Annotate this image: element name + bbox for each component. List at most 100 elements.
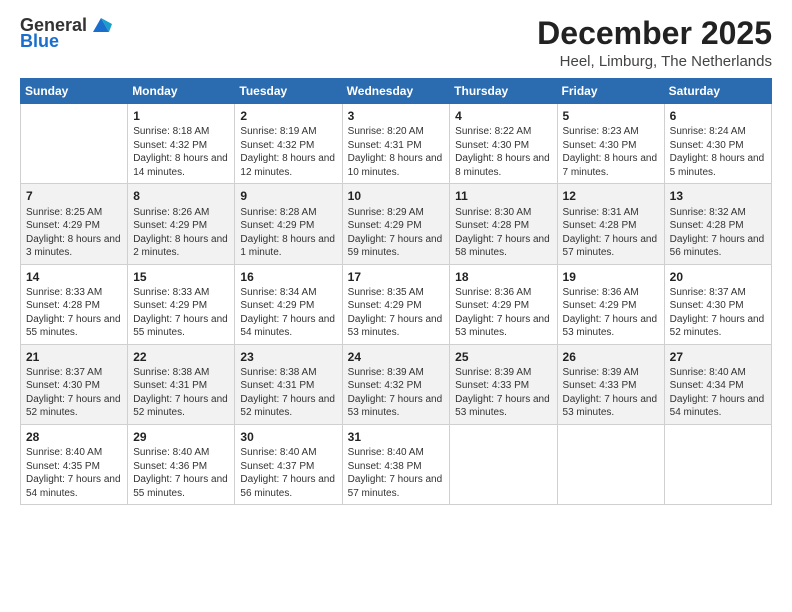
day-number: 3 — [348, 108, 445, 124]
day-number: 15 — [133, 269, 229, 285]
day-number: 26 — [563, 349, 659, 365]
table-row: 10Sunrise: 8:29 AMSunset: 4:29 PMDayligh… — [342, 184, 450, 264]
day-info: Sunrise: 8:23 AMSunset: 4:30 PMDaylight:… — [563, 125, 659, 179]
table-row: 11Sunrise: 8:30 AMSunset: 4:28 PMDayligh… — [450, 184, 557, 264]
day-number: 12 — [563, 188, 659, 204]
day-info: Sunrise: 8:40 AMSunset: 4:37 PMDaylight:… — [240, 446, 336, 500]
table-row: 19Sunrise: 8:36 AMSunset: 4:29 PMDayligh… — [557, 264, 664, 344]
table-row: 9 Sunrise: 8:28 AMSunset: 4:29 PMDaylight… — [235, 184, 342, 264]
day-number: 8 — [133, 188, 229, 204]
header: General Blue December 2025 Heel, Limburg… — [20, 16, 772, 70]
col-monday: Monday — [128, 79, 235, 104]
calendar-header-row: Sunday Monday Tuesday Wednesday Thursday… — [21, 79, 772, 104]
table-row: 31Sunrise: 8:40 AMSunset: 4:38 PMDayligh… — [342, 424, 450, 504]
day-info: Sunrise: 8:38 AMSunset: 4:31 PMDaylight:… — [133, 366, 229, 420]
day-info: Sunrise: 8:40 AMSunset: 4:34 PMDaylight:… — [670, 366, 766, 420]
table-row: 25Sunrise: 8:39 AMSunset: 4:33 PMDayligh… — [450, 344, 557, 424]
day-info: Sunrise: 8:40 AMSunset: 4:36 PMDaylight:… — [133, 446, 229, 500]
day-number: 5 — [563, 108, 659, 124]
main-title: December 2025 — [537, 16, 772, 51]
day-number: 24 — [348, 349, 445, 365]
day-info: Sunrise: 8:39 AMSunset: 4:33 PMDaylight:… — [455, 366, 551, 420]
day-info: Sunrise: 8:35 AMSunset: 4:29 PMDaylight:… — [348, 286, 445, 340]
day-info: Sunrise: 8:39 AMSunset: 4:32 PMDaylight:… — [348, 366, 445, 420]
table-row: 29Sunrise: 8:40 AMSunset: 4:36 PMDayligh… — [128, 424, 235, 504]
day-number: 4 — [455, 108, 551, 124]
day-info: Sunrise: 8:40 AMSunset: 4:35 PMDaylight:… — [26, 446, 122, 500]
table-row — [450, 424, 557, 504]
day-info: Sunrise: 8:36 AMSunset: 4:29 PMDaylight:… — [563, 286, 659, 340]
day-info: Sunrise: 8:19 AMSunset: 4:32 PMDaylight:… — [240, 125, 336, 179]
day-info: Sunrise: 8:37 AMSunset: 4:30 PMDaylight:… — [26, 366, 122, 420]
day-number: 9 — [240, 188, 336, 204]
day-number: 23 — [240, 349, 336, 365]
col-thursday: Thursday — [450, 79, 557, 104]
table-row: 4Sunrise: 8:22 AMSunset: 4:30 PMDaylight… — [450, 104, 557, 184]
day-info: Sunrise: 8:29 AMSunset: 4:29 PMDaylight:… — [348, 206, 445, 260]
day-number: 31 — [348, 429, 445, 445]
day-number: 17 — [348, 269, 445, 285]
table-row: 21Sunrise: 8:37 AMSunset: 4:30 PMDayligh… — [21, 344, 128, 424]
table-row: 22Sunrise: 8:38 AMSunset: 4:31 PMDayligh… — [128, 344, 235, 424]
calendar-week-row: 7 Sunrise: 8:25 AMSunset: 4:29 PMDaylight… — [21, 184, 772, 264]
day-info: Sunrise: 8:30 AMSunset: 4:28 PMDaylight:… — [455, 206, 551, 260]
day-info: Sunrise: 8:39 AMSunset: 4:33 PMDaylight:… — [563, 366, 659, 420]
table-row: 17Sunrise: 8:35 AMSunset: 4:29 PMDayligh… — [342, 264, 450, 344]
day-number: 16 — [240, 269, 336, 285]
title-block: December 2025 Heel, Limburg, The Netherl… — [537, 16, 772, 70]
day-info: Sunrise: 8:40 AMSunset: 4:38 PMDaylight:… — [348, 446, 445, 500]
table-row: 23Sunrise: 8:38 AMSunset: 4:31 PMDayligh… — [235, 344, 342, 424]
table-row: 28Sunrise: 8:40 AMSunset: 4:35 PMDayligh… — [21, 424, 128, 504]
day-number: 21 — [26, 349, 122, 365]
day-number: 27 — [670, 349, 766, 365]
calendar-week-row: 21Sunrise: 8:37 AMSunset: 4:30 PMDayligh… — [21, 344, 772, 424]
day-number: 2 — [240, 108, 336, 124]
day-info: Sunrise: 8:34 AMSunset: 4:29 PMDaylight:… — [240, 286, 336, 340]
table-row: 16Sunrise: 8:34 AMSunset: 4:29 PMDayligh… — [235, 264, 342, 344]
day-info: Sunrise: 8:26 AMSunset: 4:29 PMDaylight:… — [133, 206, 229, 260]
table-row: 24Sunrise: 8:39 AMSunset: 4:32 PMDayligh… — [342, 344, 450, 424]
table-row: 1Sunrise: 8:18 AMSunset: 4:32 PMDaylight… — [128, 104, 235, 184]
table-row — [21, 104, 128, 184]
table-row: 6Sunrise: 8:24 AMSunset: 4:30 PMDaylight… — [664, 104, 771, 184]
table-row: 7 Sunrise: 8:25 AMSunset: 4:29 PMDaylight… — [21, 184, 128, 264]
day-number: 20 — [670, 269, 766, 285]
day-info: Sunrise: 8:25 AMSunset: 4:29 PMDaylight:… — [26, 206, 122, 260]
day-info: Sunrise: 8:33 AMSunset: 4:29 PMDaylight:… — [133, 286, 229, 340]
table-row: 26Sunrise: 8:39 AMSunset: 4:33 PMDayligh… — [557, 344, 664, 424]
table-row: 30Sunrise: 8:40 AMSunset: 4:37 PMDayligh… — [235, 424, 342, 504]
day-info: Sunrise: 8:38 AMSunset: 4:31 PMDaylight:… — [240, 366, 336, 420]
day-number: 6 — [670, 108, 766, 124]
table-row: 12Sunrise: 8:31 AMSunset: 4:28 PMDayligh… — [557, 184, 664, 264]
day-info: Sunrise: 8:28 AMSunset: 4:29 PMDaylight:… — [240, 206, 336, 260]
day-number: 13 — [670, 188, 766, 204]
day-number: 1 — [133, 108, 229, 124]
day-info: Sunrise: 8:24 AMSunset: 4:30 PMDaylight:… — [670, 125, 766, 179]
day-number: 7 — [26, 188, 122, 204]
calendar-week-row: 14Sunrise: 8:33 AMSunset: 4:28 PMDayligh… — [21, 264, 772, 344]
day-info: Sunrise: 8:33 AMSunset: 4:28 PMDaylight:… — [26, 286, 122, 340]
calendar-week-row: 1Sunrise: 8:18 AMSunset: 4:32 PMDaylight… — [21, 104, 772, 184]
day-number: 28 — [26, 429, 122, 445]
calendar: Sunday Monday Tuesday Wednesday Thursday… — [20, 78, 772, 505]
table-row: 2Sunrise: 8:19 AMSunset: 4:32 PMDaylight… — [235, 104, 342, 184]
calendar-week-row: 28Sunrise: 8:40 AMSunset: 4:35 PMDayligh… — [21, 424, 772, 504]
day-number: 14 — [26, 269, 122, 285]
table-row — [557, 424, 664, 504]
logo-icon — [90, 14, 112, 36]
table-row: 8 Sunrise: 8:26 AMSunset: 4:29 PMDaylight… — [128, 184, 235, 264]
table-row: 5Sunrise: 8:23 AMSunset: 4:30 PMDaylight… — [557, 104, 664, 184]
col-wednesday: Wednesday — [342, 79, 450, 104]
logo-text-blue: Blue — [20, 32, 59, 52]
day-number: 25 — [455, 349, 551, 365]
day-number: 22 — [133, 349, 229, 365]
col-tuesday: Tuesday — [235, 79, 342, 104]
day-info: Sunrise: 8:18 AMSunset: 4:32 PMDaylight:… — [133, 125, 229, 179]
table-row: 13Sunrise: 8:32 AMSunset: 4:28 PMDayligh… — [664, 184, 771, 264]
day-number: 29 — [133, 429, 229, 445]
col-friday: Friday — [557, 79, 664, 104]
day-info: Sunrise: 8:37 AMSunset: 4:30 PMDaylight:… — [670, 286, 766, 340]
table-row: 15Sunrise: 8:33 AMSunset: 4:29 PMDayligh… — [128, 264, 235, 344]
day-number: 18 — [455, 269, 551, 285]
table-row: 27Sunrise: 8:40 AMSunset: 4:34 PMDayligh… — [664, 344, 771, 424]
